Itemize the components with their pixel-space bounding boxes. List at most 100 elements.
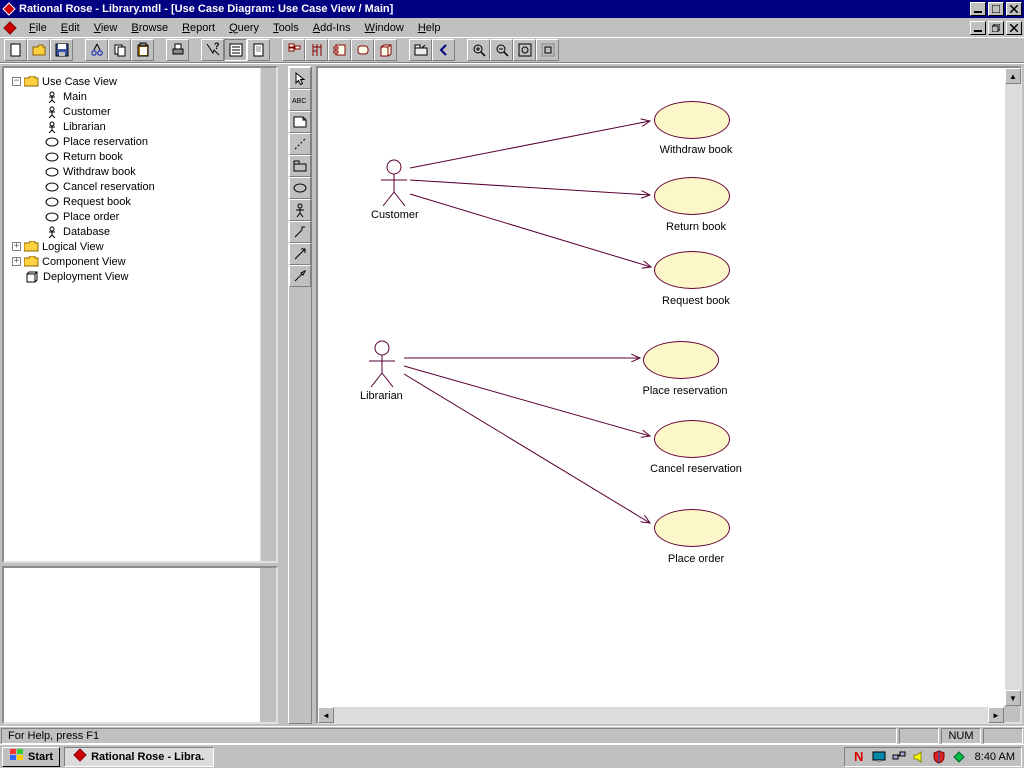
menu-help[interactable]: Help xyxy=(411,21,448,35)
mdi-restore-button[interactable] xyxy=(988,21,1004,35)
menu-browse[interactable]: Browse xyxy=(124,21,175,35)
text-tool[interactable]: ABC xyxy=(289,89,311,111)
tray-network-icon[interactable] xyxy=(891,749,907,765)
tree-item[interactable]: Withdraw book xyxy=(12,164,272,179)
browse-parent-button[interactable] xyxy=(409,39,432,61)
copy-button[interactable] xyxy=(108,39,131,61)
pointer-tool[interactable] xyxy=(289,67,311,89)
browse-deployment-button[interactable] xyxy=(374,39,397,61)
browse-state-button[interactable] xyxy=(351,39,374,61)
undo-fit-button[interactable] xyxy=(536,39,559,61)
browse-class-button[interactable] xyxy=(282,39,305,61)
menu-window[interactable]: Window xyxy=(358,21,411,35)
actor-tool[interactable] xyxy=(289,199,311,221)
tree-item[interactable]: Request book xyxy=(12,194,272,209)
notes-scrollbar[interactable] xyxy=(260,568,276,722)
tree-item[interactable]: Place order xyxy=(12,209,272,224)
tree-item[interactable]: Place reservation xyxy=(12,134,272,149)
zoom-out-button[interactable] xyxy=(490,39,513,61)
anchor-line-tool[interactable] xyxy=(289,133,311,155)
tree-item[interactable]: Main xyxy=(12,89,272,104)
fit-window-button[interactable] xyxy=(513,39,536,61)
menu-edit[interactable]: Edit xyxy=(54,21,87,35)
scroll-right-icon[interactable]: ► xyxy=(988,707,1004,723)
start-button[interactable]: Start xyxy=(2,747,60,767)
context-help-button[interactable]: ? xyxy=(201,39,224,61)
browser-tree[interactable]: − Use Case View Main Customer Librarian … xyxy=(2,66,278,563)
tree-item[interactable]: Cancel reservation xyxy=(12,179,272,194)
scroll-down-icon[interactable]: ▼ xyxy=(1005,690,1021,706)
usecase-icon xyxy=(44,135,60,149)
taskbar-app-label: Rational Rose - Libra... xyxy=(91,751,205,763)
cut-button[interactable] xyxy=(85,39,108,61)
actor-librarian[interactable] xyxy=(367,340,397,388)
usecase-place-order[interactable] xyxy=(654,509,730,547)
tree-item[interactable]: Return book xyxy=(12,149,272,164)
generalization-tool[interactable] xyxy=(289,265,311,287)
doc-button[interactable] xyxy=(247,39,270,61)
menu-query[interactable]: Query xyxy=(222,21,266,35)
browse-prev-button[interactable] xyxy=(432,39,455,61)
taskbar-app-button[interactable]: Rational Rose - Libra... xyxy=(64,747,214,767)
menu-view[interactable]: View xyxy=(87,21,125,35)
folder-icon xyxy=(23,255,39,269)
expand-icon[interactable]: + xyxy=(12,242,21,251)
mdi-close-button[interactable] xyxy=(1006,21,1022,35)
maximize-button[interactable] xyxy=(988,2,1004,16)
minimize-button[interactable] xyxy=(970,2,986,16)
doc-icon xyxy=(2,20,18,36)
print-button[interactable] xyxy=(166,39,189,61)
close-button[interactable] xyxy=(1006,2,1022,16)
menu-file[interactable]: File xyxy=(22,21,54,35)
tree-component-view[interactable]: +Component View xyxy=(12,254,272,269)
expand-icon[interactable]: + xyxy=(12,257,21,266)
usecase-tool[interactable] xyxy=(289,177,311,199)
zoom-in-button[interactable] xyxy=(467,39,490,61)
tray-shield-icon[interactable] xyxy=(931,749,947,765)
actor-customer[interactable] xyxy=(379,159,409,207)
note-tool[interactable] xyxy=(289,111,311,133)
usecase-place-reservation[interactable] xyxy=(643,341,719,379)
canvas-horizontal-scrollbar[interactable]: ◄ ► xyxy=(318,706,1004,722)
open-button[interactable] xyxy=(27,39,50,61)
tree-label: Request book xyxy=(63,196,131,208)
tray-diamond-icon[interactable] xyxy=(951,749,967,765)
tree-item[interactable]: Database xyxy=(12,224,272,239)
tree-label: Place reservation xyxy=(63,136,148,148)
browse-component-button[interactable] xyxy=(328,39,351,61)
tray-monitor-icon[interactable] xyxy=(871,749,887,765)
canvas-vertical-scrollbar[interactable]: ▲ ▼ xyxy=(1004,68,1020,706)
usecase-return-book[interactable] xyxy=(654,177,730,215)
scroll-up-icon[interactable]: ▲ xyxy=(1005,68,1021,84)
usecase-withdraw-book[interactable] xyxy=(654,101,730,139)
menu-report[interactable]: Report xyxy=(175,21,222,35)
collapse-icon[interactable]: − xyxy=(12,77,21,86)
mdi-minimize-button[interactable] xyxy=(970,21,986,35)
save-button[interactable] xyxy=(50,39,73,61)
dependency-tool[interactable] xyxy=(289,243,311,265)
tree-use-case-view[interactable]: − Use Case View xyxy=(12,74,272,89)
usecase-cancel-reservation[interactable] xyxy=(654,420,730,458)
browse-interaction-button[interactable] xyxy=(305,39,328,61)
menu-tools[interactable]: Tools xyxy=(266,21,306,35)
menu-addins[interactable]: Add-Ins xyxy=(306,21,358,35)
browse-tree-button[interactable] xyxy=(224,39,247,61)
tray-n-icon[interactable]: N xyxy=(851,749,867,765)
association-tool[interactable] xyxy=(289,221,311,243)
tree-item[interactable]: Customer xyxy=(12,104,272,119)
paste-button[interactable] xyxy=(131,39,154,61)
status-blank1 xyxy=(899,728,939,744)
menubar: File Edit View Browse Report Query Tools… xyxy=(0,18,1024,37)
tray-speaker-icon[interactable] xyxy=(911,749,927,765)
tree-scrollbar[interactable] xyxy=(260,68,276,561)
documentation-pane[interactable] xyxy=(2,566,278,724)
tree-item[interactable]: Librarian xyxy=(12,119,272,134)
usecase-request-book[interactable] xyxy=(654,251,730,289)
scroll-left-icon[interactable]: ◄ xyxy=(318,707,334,723)
package-tool[interactable] xyxy=(289,155,311,177)
tree-logical-view[interactable]: +Logical View xyxy=(12,239,272,254)
system-tray[interactable]: N 8:40 AM xyxy=(844,747,1022,767)
new-button[interactable] xyxy=(4,39,27,61)
tree-deployment-view[interactable]: Deployment View xyxy=(12,269,272,284)
diagram-canvas[interactable]: Customer Librarian Withdraw bookReturn b… xyxy=(318,68,1004,706)
